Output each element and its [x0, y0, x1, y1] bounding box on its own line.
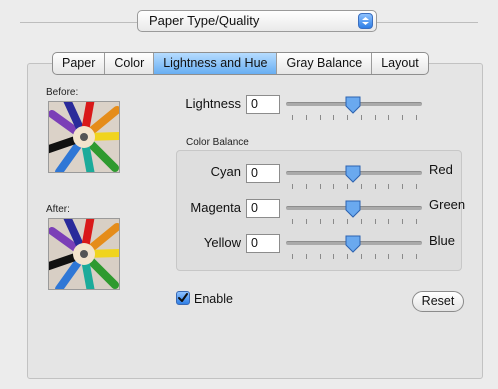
slider-tick	[319, 115, 321, 120]
green-label: Green	[429, 197, 466, 212]
slider-tick	[402, 219, 404, 224]
slider-tick	[360, 115, 362, 120]
cyan-label: Cyan	[210, 164, 241, 179]
magenta-green-field[interactable]: 0	[246, 199, 280, 218]
slider-tick	[292, 184, 293, 189]
slider-tick	[388, 219, 390, 224]
paper-type-quality-popup[interactable]: Paper Type/Quality	[137, 10, 377, 32]
tab-bar: Paper Color Lightness and Hue Gray Balan…	[52, 52, 429, 75]
after-preview-image	[48, 218, 120, 290]
slider-tick	[374, 115, 376, 120]
header-divider-left	[20, 22, 137, 23]
enable-checkbox[interactable]	[176, 291, 190, 305]
yellow-blue-ticks	[286, 254, 422, 260]
lightness-ticks	[286, 115, 422, 121]
tab-paper[interactable]: Paper	[53, 53, 106, 74]
blue-label: Blue	[429, 233, 456, 248]
color-balance-title: Color Balance	[186, 137, 249, 148]
before-label: Before:	[46, 87, 79, 98]
cyan-red-slider-thumb[interactable]	[345, 165, 361, 183]
red-label: Red	[429, 162, 453, 177]
slider-tick	[305, 115, 307, 120]
slider-tick	[347, 184, 349, 189]
slider-tick	[402, 115, 404, 120]
slider-tick	[416, 115, 417, 120]
lightness-field[interactable]: 0	[246, 95, 280, 114]
slider-tick	[360, 254, 362, 259]
tab-lightness-and-hue[interactable]: Lightness and Hue	[154, 53, 278, 74]
tab-color[interactable]: Color	[105, 53, 155, 74]
slider-tick	[333, 184, 335, 189]
slider-tick	[319, 184, 321, 189]
slider-tick	[374, 219, 376, 224]
magenta-green-ticks	[286, 219, 422, 225]
cyan-red-field[interactable]: 0	[246, 164, 280, 183]
before-preview-image	[48, 101, 120, 173]
slider-tick	[347, 254, 349, 259]
slider-tick	[416, 219, 417, 224]
slider-tick	[388, 184, 390, 189]
slider-tick	[305, 219, 307, 224]
slider-tick	[402, 184, 404, 189]
tab-gray-balance[interactable]: Gray Balance	[277, 53, 373, 74]
slider-tick	[319, 219, 321, 224]
slider-tick	[305, 254, 307, 259]
slider-tick	[402, 254, 404, 259]
slider-tick	[319, 254, 321, 259]
slider-tick	[374, 254, 376, 259]
slider-tick	[374, 184, 376, 189]
popup-value: Paper Type/Quality	[149, 13, 260, 28]
magenta-green-slider-thumb[interactable]	[345, 200, 361, 218]
slider-tick	[347, 115, 349, 120]
slider-tick	[292, 219, 293, 224]
slider-tick	[333, 115, 335, 120]
yellow-blue-field[interactable]: 0	[246, 234, 280, 253]
slider-tick	[360, 184, 362, 189]
after-label: After:	[46, 204, 70, 215]
yellow-blue-slider-thumb[interactable]	[345, 235, 361, 253]
lightness-slider-thumb[interactable]	[345, 96, 361, 114]
reset-button[interactable]: Reset	[412, 291, 464, 312]
slider-tick	[347, 219, 349, 224]
slider-tick	[305, 184, 307, 189]
slider-tick	[360, 219, 362, 224]
tab-layout[interactable]: Layout	[372, 53, 428, 74]
slider-tick	[388, 254, 390, 259]
slider-tick	[333, 219, 335, 224]
popup-stepper-icon	[358, 13, 373, 29]
magenta-label: Magenta	[190, 200, 241, 215]
header-divider-right	[377, 22, 478, 23]
enable-label[interactable]: Enable	[194, 292, 233, 306]
cyan-red-ticks	[286, 184, 422, 190]
slider-tick	[333, 254, 335, 259]
slider-tick	[292, 115, 293, 120]
lightness-label: Lightness	[185, 96, 241, 111]
slider-tick	[416, 254, 417, 259]
slider-tick	[388, 115, 390, 120]
yellow-label: Yellow	[203, 235, 241, 250]
slider-tick	[416, 184, 417, 189]
slider-tick	[292, 254, 293, 259]
